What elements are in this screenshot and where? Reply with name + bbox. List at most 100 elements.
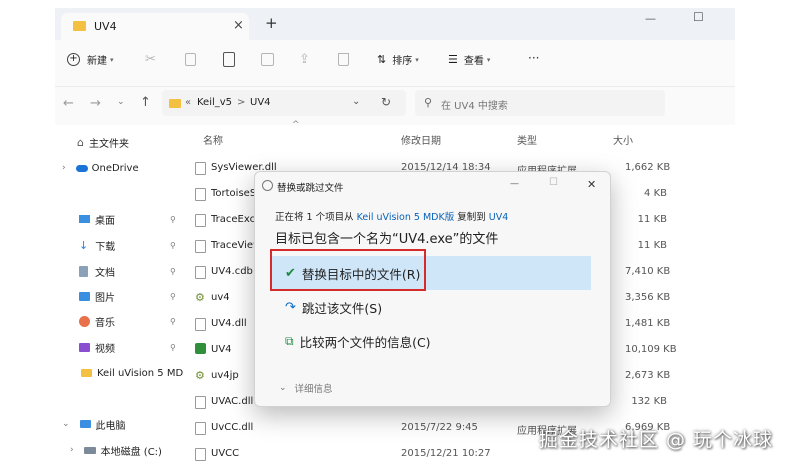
music-icon [79,315,90,327]
search-box[interactable]: ⚲ 在 UV4 中搜索 [415,90,665,116]
tab-uv4[interactable]: UV4 × [61,13,249,40]
toolbar: + 新建 ▾ ✂ ⇪ ⇅ 排序 ▾ ☰ 查看 ▾ ··· [55,40,735,87]
dialog-minimize-icon[interactable]: — [510,179,519,189]
pin-icon: ⚲ [170,266,176,276]
checkmark-icon: ✔ [285,265,296,281]
copy-icon[interactable] [185,53,196,66]
expand-chevron-icon[interactable]: › [62,163,66,173]
view-button[interactable]: ☰ 查看 ▾ [448,52,490,67]
new-button[interactable]: + 新建 ▾ [67,52,114,67]
breadcrumb-overflow[interactable]: « [185,97,191,108]
file-size: 1,481 KB [625,318,671,329]
dll-file-icon [195,318,206,331]
details-label: 详细信息 [294,384,333,395]
tab-title: UV4 [94,20,117,33]
plus-circle-icon: + [67,53,80,66]
recent-chevron-icon[interactable]: ⌄ [117,97,125,107]
maximize-icon[interactable]: ☐ [693,10,704,24]
breadcrumb[interactable]: « Keil_v5 > UV4 ⌄ ↻ [162,90,406,116]
paste-icon[interactable] [223,52,235,67]
watermark: 掘金技术社区 @ 玩个冰球 [538,429,773,451]
breadcrumb-item-keil[interactable]: Keil_v5 [197,97,232,108]
sort-button[interactable]: ⇅ 排序 ▾ [377,52,419,67]
dialog-heading: 目标已包含一个名为“UV4.exe”的文件 [275,232,499,247]
dialog-close-button[interactable]: ✕ [587,178,596,191]
more-options-icon[interactable]: ··· [528,51,539,65]
pin-icon: ⚲ [170,291,176,301]
sidebar-item-label: 下载 [95,241,116,253]
config-file-icon: ⚙ [195,369,205,382]
navigation-pane: ⌂ 主文件夹 › OneDrive 桌面 ⚲ ↓ 下载 ⚲ 文档 ⚲ 图片 ⚲ … [55,125,185,464]
breadcrumb-item-uv4[interactable]: UV4 [250,97,271,108]
column-header-name[interactable]: 名称 [203,132,223,147]
new-tab-icon[interactable]: + [265,14,278,32]
file-size: 1,662 KB [625,162,671,173]
chevron-down-icon: ⌄ [279,383,287,393]
uv4-app-icon [195,343,206,354]
pin-icon: ⚲ [170,214,176,224]
sidebar-item-home[interactable]: ⌂ 主文件夹 [77,132,129,152]
column-header-type[interactable]: 类型 [517,132,537,147]
close-tab-icon[interactable]: × [233,18,244,33]
sidebar-item-desktop[interactable]: 桌面 ⚲ [79,209,179,229]
details-toggle[interactable]: ⌄ 详细信息 [279,381,333,395]
compare-option-button[interactable]: ⧉ 比较两个文件的信息(C) [271,324,591,358]
sidebar-item-pictures[interactable]: 图片 ⚲ [79,286,179,306]
file-name: UV4.dll [211,318,247,329]
search-input[interactable]: 在 UV4 中搜索 [441,97,508,112]
cut-icon[interactable]: ✂ [145,52,156,67]
replace-option-label: 替换目标中的文件(R) [301,266,421,282]
share-icon[interactable]: ⇪ [299,52,310,67]
sort-indicator-icon: ^ [292,120,300,130]
delete-icon[interactable] [338,53,349,66]
sidebar-item-downloads[interactable]: ↓ 下载 ⚲ [79,235,179,255]
refresh-icon[interactable]: ↻ [381,95,391,109]
copy-dest-link[interactable]: UV4 [489,212,509,223]
sidebar-item-onedrive[interactable]: › OneDrive [62,158,139,178]
column-header-size[interactable]: 大小 [613,132,633,147]
column-header-date[interactable]: 修改日期 [401,132,441,147]
sidebar-item-this-pc[interactable]: ⌄ 此电脑 [62,414,126,434]
sidebar-item-label: 此电脑 [95,420,126,432]
up-icon[interactable]: ↑ [140,95,151,110]
sidebar-item-label: 本地磁盘 (C:) [100,446,162,458]
sidebar-item-label: 图片 [95,292,115,304]
file-name: uv4 [211,292,230,303]
breadcrumb-separator: > [237,97,246,108]
sidebar-item-documents[interactable]: 文档 ⚲ [79,261,179,281]
view-icon: ☰ [448,53,458,66]
expand-chevron-icon[interactable]: › [70,445,74,455]
file-icon [195,188,206,201]
file-size: 10,109 KB [625,344,677,355]
file-size: 4 KB [644,188,667,199]
sidebar-item-label: 音乐 [95,317,115,329]
skip-option-button[interactable]: ↷ 跳过该文件(S) [271,290,591,324]
chevron-down-icon[interactable]: ⌄ [352,96,360,107]
sidebar-item-label: Keil uVision 5 MD [97,367,184,379]
rename-icon[interactable] [261,53,274,66]
config-file-icon: ⚙ [195,291,205,304]
pin-icon: ⚲ [170,342,176,352]
file-name: UV4 [211,344,232,355]
back-icon[interactable]: ← [63,96,74,111]
sidebar-item-videos[interactable]: 视频 ⚲ [79,337,179,357]
replace-option-button[interactable]: ✔ 替换目标中的文件(R) [271,256,591,290]
file-size: 2,673 KB [625,370,671,381]
home-icon: ⌂ [77,135,84,149]
sort-icon: ⇅ [377,53,387,66]
search-icon: ⚲ [424,96,433,109]
collapse-chevron-icon[interactable]: ⌄ [62,419,70,429]
minimize-icon[interactable]: — [645,12,656,25]
videos-icon [79,342,90,352]
compare-option-label: 比较两个文件的信息(C) [299,334,431,350]
sidebar-item-local-disk[interactable]: › 本地磁盘 (C:) [70,440,162,460]
sidebar-item-keil-folder[interactable]: Keil uVision 5 MD [81,363,183,383]
sidebar-item-music[interactable]: 音乐 ⚲ [79,311,179,331]
skip-arrow-icon: ↷ [285,299,296,315]
dll-file-icon [195,162,206,175]
dialog-maximize-icon[interactable]: ☐ [549,177,558,188]
forward-icon[interactable]: → [90,96,101,111]
copy-source-link[interactable]: Keil uVision 5 MDK版 [357,212,455,223]
new-button-label: 新建 [87,56,107,67]
documents-icon [79,265,88,277]
